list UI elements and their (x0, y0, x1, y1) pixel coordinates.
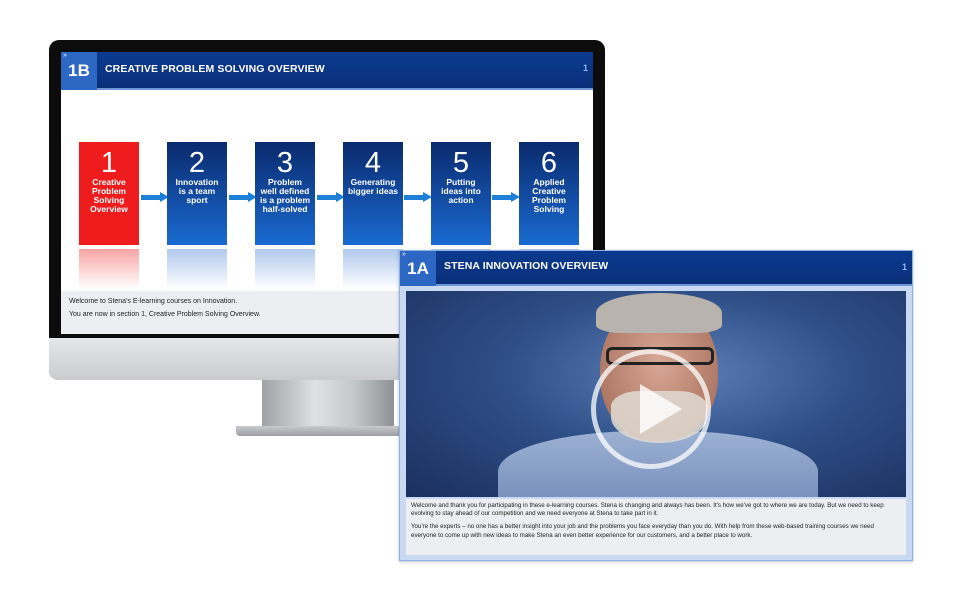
transcript-paragraph: Welcome and thank you for participating … (411, 502, 884, 518)
step-reflection (167, 249, 227, 289)
monitor-stand-base (236, 426, 414, 436)
step-3-button[interactable]: 3 Problem well defined is a problem half… (255, 142, 315, 245)
step-label: Generating bigger ideas (347, 177, 399, 196)
expand-icon[interactable]: » (402, 251, 406, 258)
step-label: Problem well defined is a problem half-s… (259, 177, 311, 214)
step-reflection (343, 249, 403, 289)
step-number: 6 (540, 147, 558, 179)
step-reflection (255, 249, 315, 289)
step-reflection (79, 249, 139, 289)
step-label: Innovation is a team sport (175, 177, 219, 205)
expand-icon[interactable]: » (63, 52, 67, 59)
play-icon[interactable] (591, 349, 711, 469)
arrow-right-icon (404, 192, 432, 202)
step-1-button[interactable]: 1 Creative Problem Solving Overview (79, 142, 139, 245)
page-number: 1 (582, 63, 588, 73)
step-number: 5 (452, 147, 470, 179)
step-2-button[interactable]: 2 Innovation is a team sport (167, 142, 227, 245)
step-5-button[interactable]: 5 Putting ideas into action (431, 142, 491, 245)
step-6-button[interactable]: 6 Applied Creative Problem Solving (519, 142, 579, 245)
step-number: 1 (100, 147, 118, 179)
step-label: Applied Creative Problem Solving (531, 177, 566, 214)
course-panel: 1A » STENA INNOVATION OVERVIEW 1 Welcome… (399, 250, 913, 561)
arrow-right-icon (229, 192, 257, 202)
video-player[interactable] (406, 291, 906, 497)
lesson-title: STENA INNOVATION OVERVIEW (444, 260, 609, 272)
step-label: Creative Problem Solving Overview (90, 177, 128, 214)
lesson-header: 1B » CREATIVE PROBLEM SOLVING OVERVIEW 1 (61, 52, 593, 90)
monitor-stand (262, 380, 394, 428)
transcript-paragraph: You're the experts – no one has a better… (411, 523, 874, 539)
lesson-header: 1A » STENA INNOVATION OVERVIEW 1 (400, 251, 912, 286)
step-number: 2 (188, 147, 206, 179)
step-4-button[interactable]: 4 Generating bigger ideas (343, 142, 403, 245)
step-number: 3 (276, 147, 294, 179)
step-label: Putting ideas into action (441, 177, 481, 205)
page-number: 1 (901, 262, 907, 272)
arrow-right-icon (317, 192, 345, 202)
step-number: 4 (364, 147, 382, 179)
video-presenter-hair (596, 293, 722, 333)
transcript-text: Welcome and thank you for participating … (406, 499, 906, 555)
arrow-right-icon (492, 192, 520, 202)
arrow-right-icon (141, 192, 169, 202)
lesson-title: CREATIVE PROBLEM SOLVING OVERVIEW (105, 63, 325, 75)
